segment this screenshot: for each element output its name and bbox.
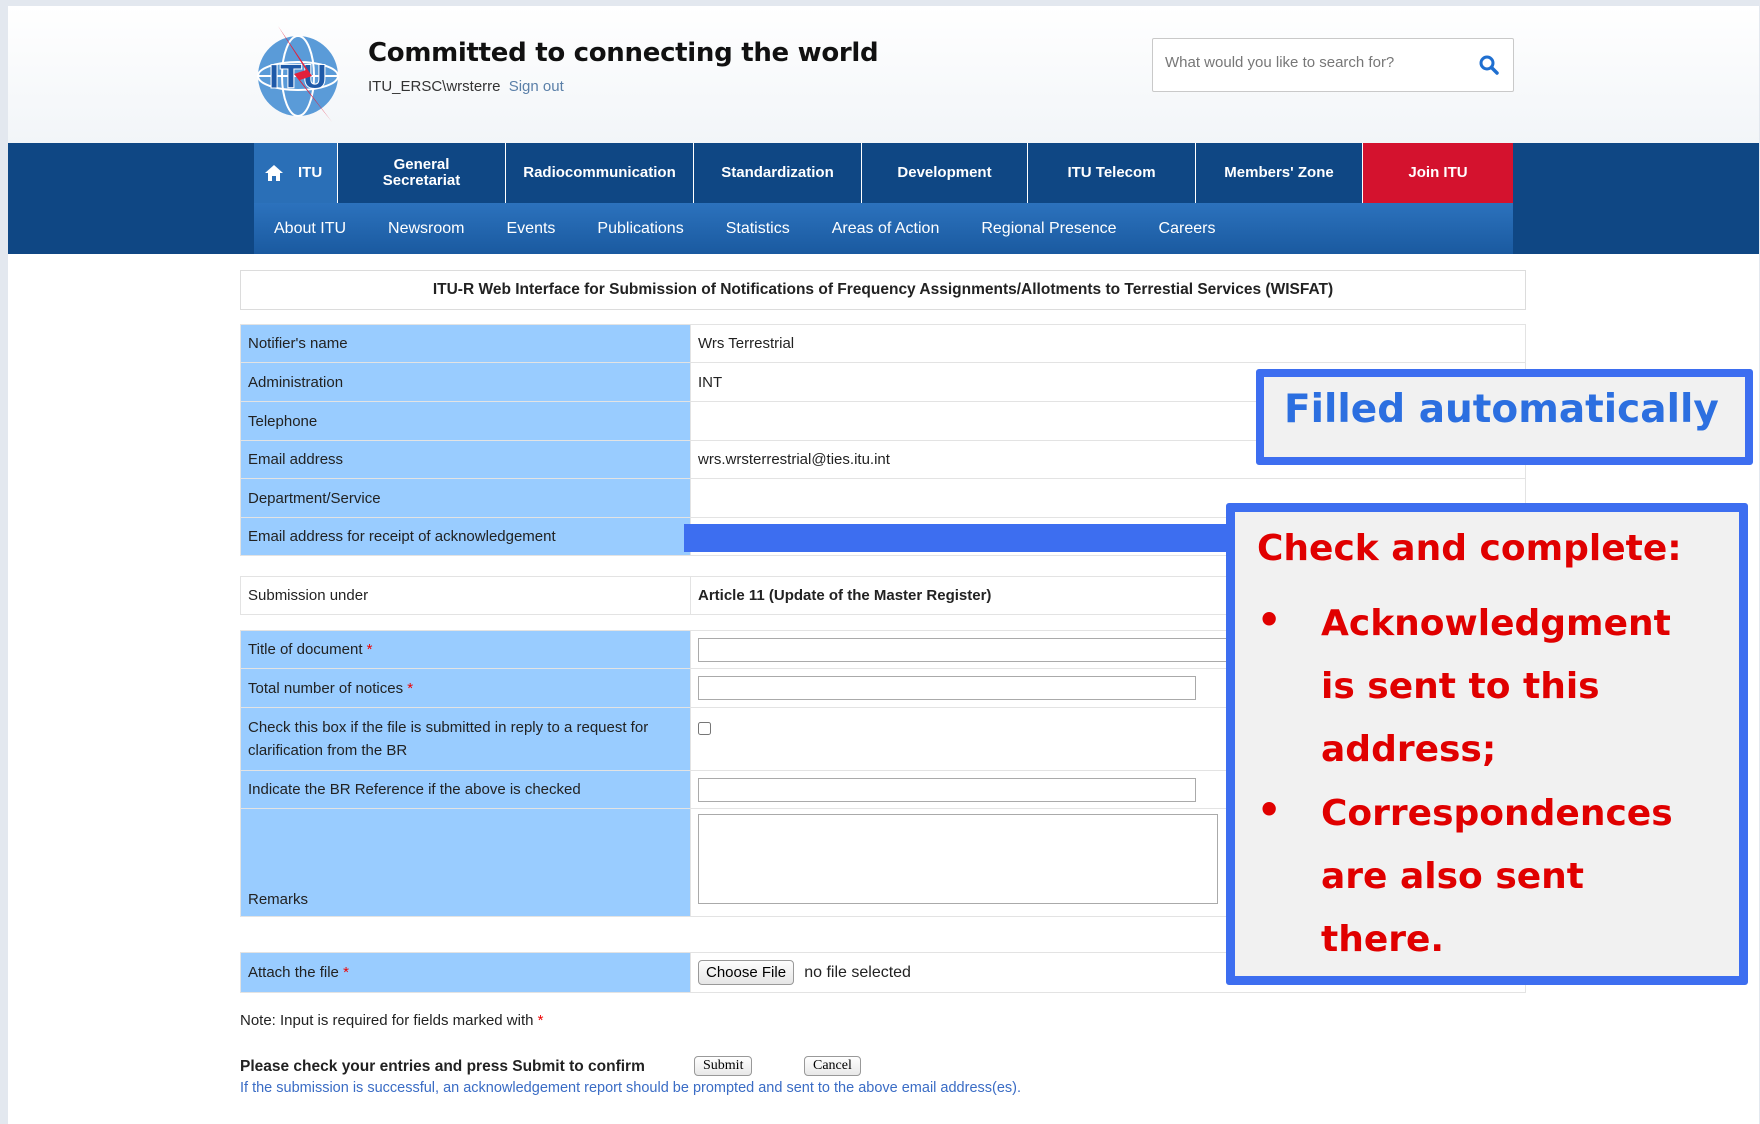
tab-itu-telecom[interactable]: ITU Telecom [1028,143,1196,203]
tab-join-itu[interactable]: Join ITU [1363,143,1513,203]
site-header: ITU Committed to connecting the world IT… [8,6,1759,144]
remarks-textarea[interactable] [698,814,1218,904]
submission-info: If the submission is successful, an ackn… [240,1080,1022,1096]
user-line: ITU_ERSC\wrsterre Sign out [368,78,564,95]
callout-connector [684,524,1234,552]
bullet: • [1257,598,1282,642]
confirm-text: Please check your entries and press Subm… [240,1058,645,1075]
file-status: no file selected [804,964,911,981]
choose-file-button[interactable]: Choose File [698,960,795,985]
subnav-events[interactable]: Events [507,220,556,238]
check-and-complete-callout: Check and complete: • Acknowledgment is … [1226,503,1748,985]
site-tagline: Committed to connecting the world [368,38,879,68]
table-row: Notifier's name Wrs Terrestrial [240,324,1526,363]
subnav-statistics[interactable]: Statistics [726,220,790,238]
tab-radiocommunication[interactable]: Radiocommunication [506,143,694,203]
subnav-regional-presence[interactable]: Regional Presence [981,220,1116,238]
tab-itu-home[interactable]: ITU [254,143,338,203]
doc-title-input[interactable] [698,637,1258,662]
main-nav: ITU General Secretariat Radiocommunicati… [254,143,1513,254]
bullet: • [1257,788,1282,832]
callout-text: Filled automatically [1284,387,1719,432]
notices-input[interactable] [698,676,1196,700]
search-input[interactable] [1163,53,1467,72]
ack-email-label: Email address for receipt of acknowledge… [240,517,691,556]
tab-general-secretariat[interactable]: General Secretariat [338,143,506,203]
tab-members-zone[interactable]: Members' Zone [1196,143,1363,203]
filled-automatically-callout: Filled automatically [1256,369,1753,465]
callout-heading: Check and complete: [1257,528,1682,569]
callout-bullet-2: Correspondences are also sent there. [1321,793,1673,960]
subnav-newsroom[interactable]: Newsroom [388,220,464,238]
cancel-button[interactable]: Cancel [804,1056,861,1076]
telephone-label: Telephone [240,401,691,441]
br-reference-label: Indicate the BR Reference if the above i… [240,770,691,809]
callout-bullet-1: Acknowledgment is sent to this address; [1321,603,1671,770]
submission-label: Submission under [240,576,691,615]
search-icon[interactable] [1477,53,1501,77]
required-marker: * [366,641,373,658]
subnav-about-itu[interactable]: About ITU [274,220,346,238]
required-note: Note: Input is required for fields marke… [240,1012,544,1029]
doc-title-label: Title of document * [240,630,691,669]
submit-button[interactable]: Submit [694,1056,753,1076]
form-title: ITU-R Web Interface for Submission of No… [240,270,1526,310]
email-label: Email address [240,440,691,479]
clarification-checkbox[interactable] [698,722,711,735]
notifier-value: Wrs Terrestrial [690,324,1526,363]
username: ITU_ERSC\wrsterre [368,78,501,95]
administration-label: Administration [240,362,691,402]
br-reference-input[interactable] [698,777,1196,802]
tab-development[interactable]: Development [862,143,1028,203]
search-box [1152,38,1514,92]
nav-sub-row: About ITU Newsroom Events Publications S… [254,203,1513,254]
notices-label: Total number of notices * [240,668,691,708]
remarks-label: Remarks [240,808,691,917]
subnav-areas-of-action[interactable]: Areas of Action [832,220,940,238]
subnav-careers[interactable]: Careers [1159,220,1216,238]
sign-out-link[interactable]: Sign out [509,78,564,95]
attach-label: Attach the file * [240,952,691,993]
page: ITU Committed to connecting the world IT… [8,6,1759,1124]
nav-top-row: ITU General Secretariat Radiocommunicati… [254,143,1513,203]
tab-label: ITU [298,164,323,181]
home-icon [265,165,283,181]
clarification-label: Check this box if the file is submitted … [240,707,691,771]
required-marker: * [537,1012,544,1029]
subnav-publications[interactable]: Publications [597,220,683,238]
notifier-label: Notifier's name [240,324,691,363]
itu-logo[interactable]: ITU [248,22,354,126]
department-label: Department/Service [240,478,691,518]
tab-standardization[interactable]: Standardization [694,143,862,203]
required-marker: * [343,964,349,981]
required-marker: * [407,679,414,697]
